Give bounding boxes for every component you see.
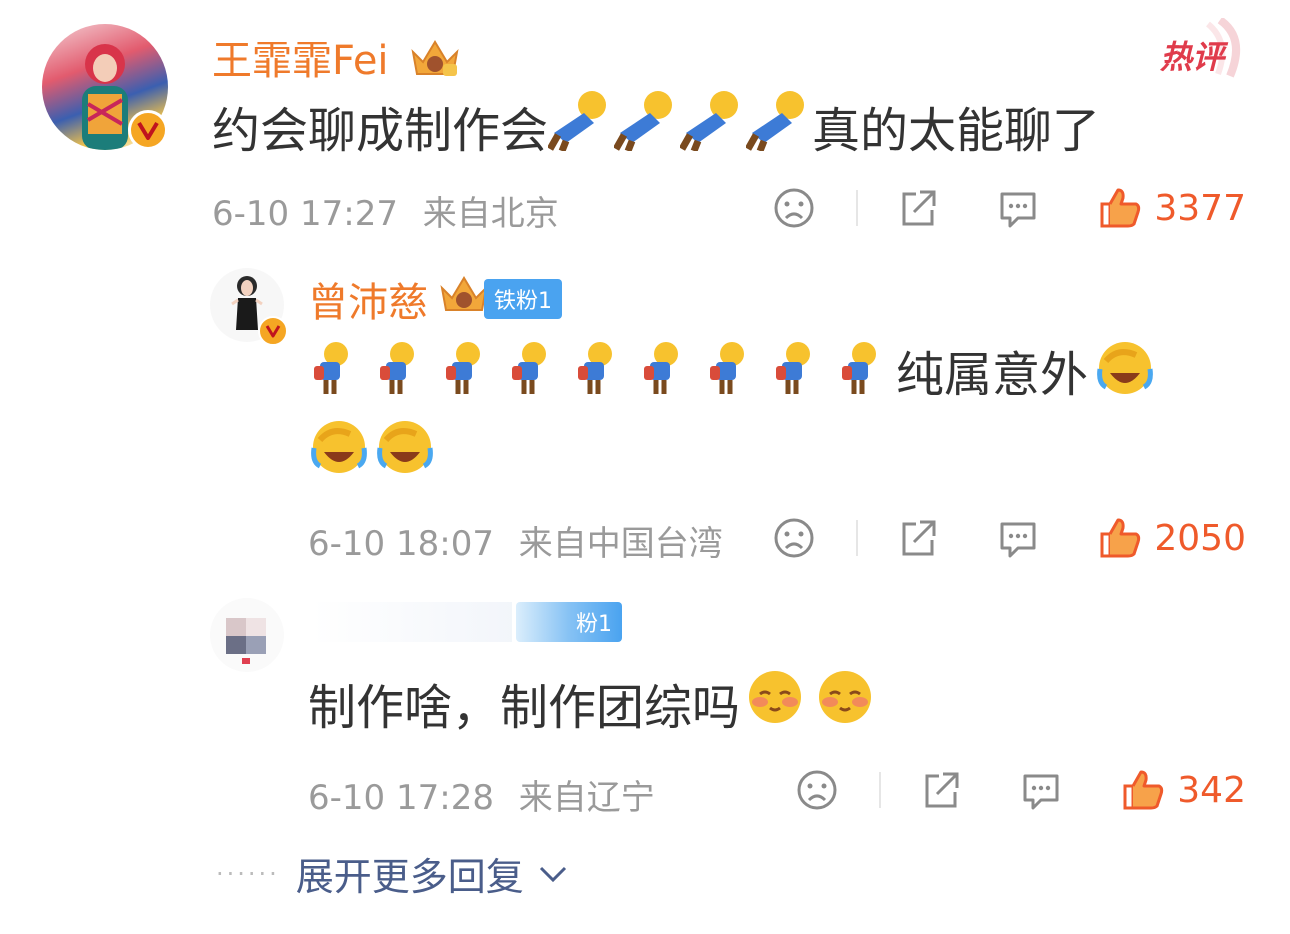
- blushing-emoji-icon: [746, 668, 804, 738]
- hot-comment-badge: 热评: [1160, 16, 1246, 78]
- bowing-emoji-icon: [546, 89, 614, 163]
- blurred-avatar-icon: [226, 618, 266, 664]
- comment-time: 6-10 18:07: [308, 524, 494, 564]
- divider: [879, 772, 882, 808]
- username-blurred[interactable]: [312, 602, 512, 642]
- comment-time: 6-10 17:27: [212, 194, 398, 234]
- bowing-emoji-icon: [508, 340, 554, 400]
- avatar[interactable]: [210, 598, 284, 672]
- comment-text: 纯属意外: [310, 338, 1210, 484]
- bowing-emoji-icon: [772, 340, 818, 400]
- comment-meta: 6-10 17:27 来自北京: [212, 186, 559, 235]
- comment-meta: 6-10 17:28 来自辽宁: [308, 770, 655, 819]
- verified-icon: [258, 316, 288, 346]
- comment-location: 来自北京: [422, 194, 559, 234]
- dotted-line: ······: [216, 859, 280, 888]
- username[interactable]: 王霏霏Fei: [212, 28, 461, 88]
- dislike-face-icon[interactable]: [772, 186, 816, 230]
- like-count: 342: [1177, 769, 1246, 811]
- bowing-emoji-icon: [442, 340, 488, 400]
- laugh-cry-emoji-icon: [1096, 339, 1154, 401]
- bowing-emoji-icon: [612, 89, 680, 163]
- thumbs-up-icon[interactable]: [1121, 768, 1165, 812]
- share-icon[interactable]: [896, 516, 940, 560]
- comment-location: 来自中国台湾: [518, 524, 723, 564]
- fan-badge: 铁粉1: [484, 279, 562, 319]
- bowing-emoji-icon: [574, 340, 620, 400]
- blushing-emoji-icon: [816, 668, 874, 738]
- share-icon[interactable]: [919, 768, 963, 812]
- like-count: 2050: [1154, 517, 1246, 559]
- fan-badge: 粉1: [516, 602, 622, 642]
- crown-icon: [438, 274, 490, 324]
- comment-icon[interactable]: [996, 186, 1040, 230]
- expand-more-replies[interactable]: ······ 展开更多回复: [216, 846, 568, 901]
- dislike-face-icon[interactable]: [772, 516, 816, 560]
- comment-text: 约会聊成制作会 真的太能聊了: [212, 91, 1100, 159]
- action-bar: 342: [795, 766, 1246, 814]
- bowing-emoji-icon: [376, 340, 422, 400]
- chevron-down-icon: [538, 864, 568, 884]
- bowing-emoji-icon: [310, 340, 356, 400]
- comment-icon[interactable]: [996, 516, 1040, 560]
- username[interactable]: 曾沛慈 铁粉1: [308, 270, 562, 328]
- thumbs-up-icon[interactable]: [1098, 186, 1142, 230]
- share-icon[interactable]: [896, 186, 940, 230]
- comment-icon[interactable]: [1019, 768, 1063, 812]
- action-bar: 3377: [772, 184, 1246, 232]
- divider: [856, 520, 859, 556]
- bowing-emoji-icon: [744, 89, 812, 163]
- bowing-emoji-icon: [640, 340, 686, 400]
- bowing-emoji-icon: [838, 340, 884, 400]
- comment-1: 王霏霏Fei 热评 约会聊成制作会 真的太能聊了 6-10 17:27 来自北京…: [0, 0, 1290, 250]
- divider: [856, 190, 859, 226]
- comment-3: 粉1 制作啥，制作团综吗 6-10 17:28 来自辽宁 342: [0, 580, 1290, 830]
- comment-text: 制作啥，制作团综吗: [308, 670, 874, 736]
- action-bar: 2050: [772, 514, 1246, 562]
- comment-location: 来自辽宁: [518, 778, 655, 818]
- crown-icon: [409, 38, 461, 88]
- like-count: 3377: [1154, 187, 1246, 229]
- comment-2: 曾沛慈 铁粉1 纯属意外 6-10 18:07 来自中国台湾 2050: [0, 250, 1290, 580]
- expand-more-label: 展开更多回复: [295, 855, 524, 899]
- bowing-emoji-icon: [678, 89, 746, 163]
- bowing-emoji-icon: [706, 340, 752, 400]
- verified-icon: [128, 110, 168, 150]
- dislike-face-icon[interactable]: [795, 768, 839, 812]
- comment-meta: 6-10 18:07 来自中国台湾: [308, 516, 723, 565]
- laugh-cry-emoji-icon: [376, 418, 434, 480]
- comment-time: 6-10 17:28: [308, 778, 494, 818]
- thumbs-up-icon[interactable]: [1098, 516, 1142, 560]
- laugh-cry-emoji-icon: [310, 418, 368, 480]
